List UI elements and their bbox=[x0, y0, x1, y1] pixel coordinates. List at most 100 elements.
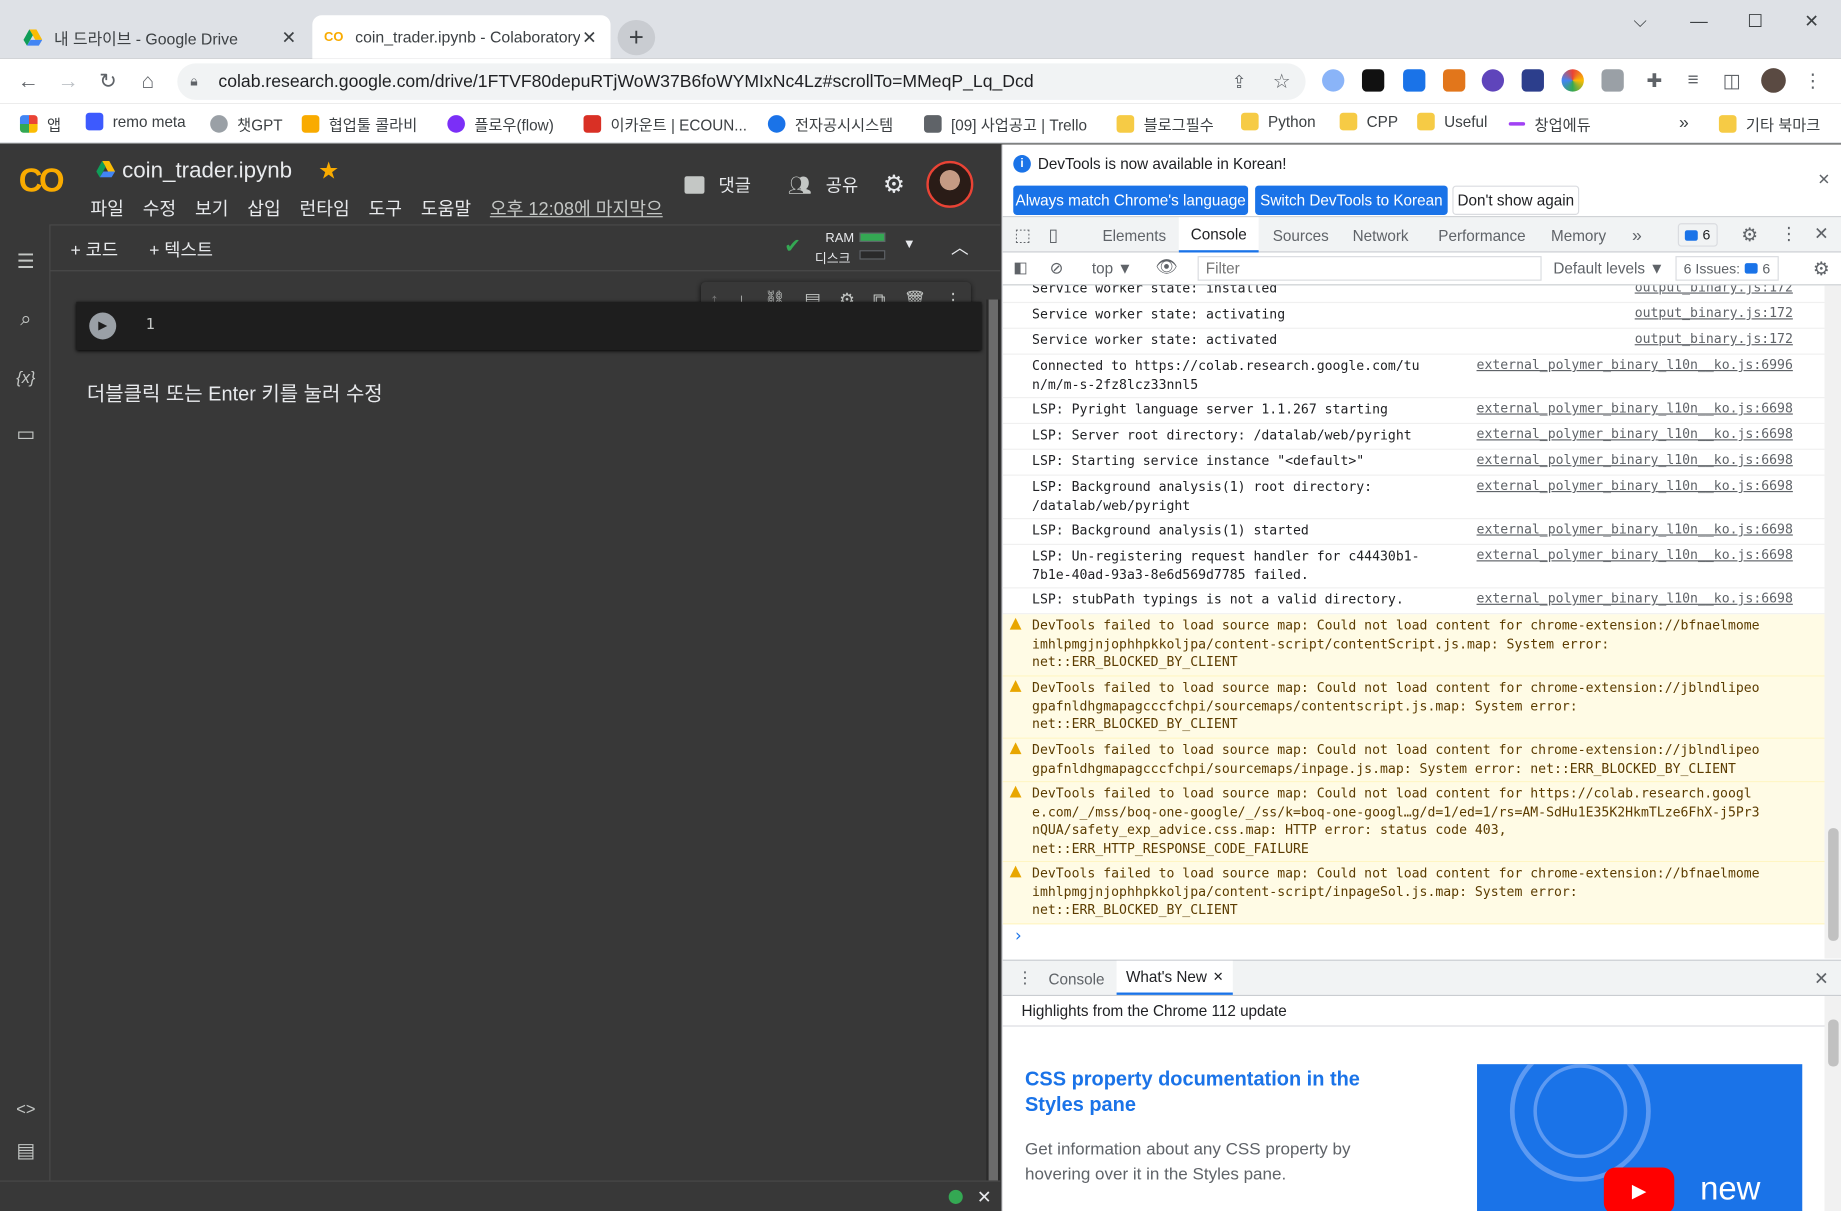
console-source-link[interactable]: external_polymer_binary_l10n__ko.js:6698 bbox=[1477, 426, 1793, 441]
menu-edit[interactable]: 수정 bbox=[143, 195, 176, 221]
home-icon[interactable]: ⌂ bbox=[134, 67, 162, 95]
terminal-icon[interactable]: ▤ bbox=[12, 1137, 40, 1165]
add-text-button[interactable]: + 텍스트 bbox=[149, 237, 213, 262]
code-cell[interactable]: ▶ 1 bbox=[76, 301, 982, 351]
bookmark-trello[interactable]: [09] 사업공고 | Trello bbox=[924, 113, 1087, 135]
feature-video-thumbnail[interactable]: ▶ new bbox=[1477, 1064, 1803, 1211]
issues-button[interactable]: 6 Issues: 6 bbox=[1675, 256, 1779, 281]
extension-icon[interactable] bbox=[1481, 69, 1505, 92]
tab-memory[interactable]: Memory bbox=[1551, 217, 1606, 252]
tab-elements[interactable]: Elements bbox=[1102, 217, 1166, 252]
comment-button[interactable]: 댓글 bbox=[684, 173, 751, 198]
url-text[interactable]: colab.research.google.com/drive/1FTVF80d… bbox=[218, 72, 1033, 92]
tab-colab[interactable]: CO coin_trader.ipynb - Colaboratory ✕ bbox=[312, 15, 611, 59]
share-button[interactable]: 👥︎ 공유 bbox=[788, 173, 858, 198]
reload-icon[interactable]: ↻ bbox=[94, 67, 122, 95]
profile-avatar[interactable] bbox=[1761, 68, 1786, 93]
menu-view[interactable]: 보기 bbox=[195, 195, 228, 221]
console-source-link[interactable]: external_polymer_binary_l10n__ko.js:6698 bbox=[1477, 478, 1793, 493]
extension-icon[interactable] bbox=[1521, 69, 1544, 92]
address-bar[interactable]: 🔒︎ colab.research.google.com/drive/1FTVF… bbox=[177, 63, 1306, 100]
code-snippets-icon[interactable]: <> bbox=[12, 1095, 40, 1123]
console-source-link[interactable]: output_binary.js:172 bbox=[1635, 305, 1793, 320]
console-source-link[interactable]: external_polymer_binary_l10n__ko.js:6996 bbox=[1477, 357, 1793, 372]
close-icon[interactable]: ✕ bbox=[580, 26, 599, 48]
drawer-tab-console[interactable]: Console bbox=[1048, 970, 1104, 988]
messages-badge[interactable]: 6 bbox=[1677, 223, 1718, 247]
tab-performance[interactable]: Performance bbox=[1438, 217, 1525, 252]
bookmark-ecount[interactable]: 이카운트 | ECOUN... bbox=[583, 113, 747, 135]
bookmark-folder-useful[interactable]: Useful bbox=[1417, 112, 1487, 131]
runtime-dropdown-icon[interactable]: ▼ bbox=[903, 237, 916, 251]
bookmark-apps[interactable]: 앱 bbox=[19, 113, 61, 135]
settings-gear-icon[interactable]: ⚙ bbox=[883, 170, 905, 199]
console-source-link[interactable]: external_polymer_binary_l10n__ko.js:6698 bbox=[1477, 522, 1793, 537]
table-of-contents-icon[interactable]: ☰ bbox=[12, 248, 40, 276]
notebook-title[interactable]: coin_trader.ipynb bbox=[122, 159, 292, 185]
close-icon[interactable]: ✕ bbox=[977, 1186, 992, 1208]
bookmark-changup[interactable]: 창업에듀 bbox=[1508, 113, 1591, 135]
extension-icon[interactable] bbox=[1322, 69, 1345, 92]
menu-file[interactable]: 파일 bbox=[90, 195, 123, 221]
console-scroll-thumb[interactable] bbox=[1828, 828, 1839, 941]
console-source-link[interactable]: external_polymer_binary_l10n__ko.js:6698 bbox=[1477, 401, 1793, 416]
notebook-scroll-thumb[interactable] bbox=[988, 299, 998, 1181]
drawer-tab-whats-new[interactable]: What's New ✕ bbox=[1116, 960, 1234, 995]
text-cell[interactable]: 더블클릭 또는 Enter 키를 눌러 수정 bbox=[87, 377, 383, 406]
puzzle-icon[interactable]: ✚ bbox=[1640, 67, 1668, 95]
bookmark-remo-meta[interactable]: remo meta bbox=[85, 112, 186, 131]
console-filter-input[interactable] bbox=[1197, 256, 1542, 281]
close-devtools-icon[interactable]: ✕ bbox=[1814, 223, 1829, 244]
close-drawer-icon[interactable]: ✕ bbox=[1814, 968, 1829, 989]
more-tabs-button[interactable]: » bbox=[1632, 217, 1642, 252]
clear-console-icon[interactable]: ⊘ bbox=[1050, 258, 1064, 278]
tab-network[interactable]: Network bbox=[1353, 217, 1409, 252]
console-source-link[interactable]: output_binary.js:172 bbox=[1635, 331, 1793, 346]
bookmark-other[interactable]: 기타 북마크 bbox=[1718, 113, 1820, 135]
extension-icon[interactable] bbox=[1561, 69, 1584, 92]
console-source-link[interactable]: external_polymer_binary_l10n__ko.js:6698 bbox=[1477, 547, 1793, 562]
bookmark-star-icon[interactable]: ☆ bbox=[1273, 70, 1291, 93]
context-selector[interactable]: top ▼ bbox=[1092, 260, 1133, 278]
search-icon[interactable]: ⌕ bbox=[12, 305, 40, 333]
bookmark-folder-blog[interactable]: 블로그필수 bbox=[1116, 113, 1214, 135]
colab-logo[interactable]: CO bbox=[19, 162, 65, 200]
forward-icon[interactable]: → bbox=[54, 67, 82, 95]
minimize-icon[interactable]: — bbox=[1672, 7, 1726, 35]
variables-icon[interactable]: {x} bbox=[12, 363, 40, 391]
switch-to-korean-button[interactable]: Switch DevTools to Korean bbox=[1255, 185, 1448, 215]
menu-help[interactable]: 도움말 bbox=[421, 195, 471, 221]
log-levels-dropdown[interactable]: Default levels ▼ bbox=[1553, 260, 1664, 278]
bookmark-chatgpt[interactable]: 챗GPT bbox=[210, 113, 283, 135]
feature-title-link[interactable]: CSS property documentation in the Styles… bbox=[1025, 1067, 1401, 1119]
tab-google-drive[interactable]: 내 드라이브 - Google Drive ✕ bbox=[12, 15, 310, 58]
ram-meter[interactable] bbox=[859, 232, 886, 242]
extension-icon[interactable] bbox=[1601, 69, 1624, 92]
chrome-menu-icon[interactable]: ⋮ bbox=[1799, 67, 1827, 95]
maximize-icon[interactable]: ☐ bbox=[1728, 7, 1782, 35]
menu-insert[interactable]: 삽입 bbox=[247, 195, 280, 221]
star-icon[interactable]: ★ bbox=[318, 156, 339, 185]
bookmark-flow[interactable]: 플로우(flow) bbox=[447, 113, 554, 135]
user-avatar[interactable] bbox=[926, 160, 974, 208]
collapse-up-icon[interactable]: ︿ bbox=[951, 235, 969, 260]
console-prompt[interactable]: › bbox=[1003, 924, 1825, 947]
side-panel-icon[interactable]: ◫ bbox=[1718, 67, 1746, 95]
console-source-link[interactable]: external_polymer_binary_l10n__ko.js:6698 bbox=[1477, 591, 1793, 606]
bookmark-collabee[interactable]: 협업툴 콜라비 bbox=[301, 113, 417, 135]
always-match-language-button[interactable]: Always match Chrome's language bbox=[1013, 185, 1249, 215]
live-expression-eye-icon[interactable]: 👁︎ bbox=[1155, 256, 1177, 277]
extension-icon[interactable] bbox=[1403, 69, 1426, 92]
run-cell-icon[interactable]: ▶ bbox=[89, 312, 117, 340]
sidebar-toggle-icon[interactable]: ◧ bbox=[1013, 258, 1027, 277]
drawer-menu-icon[interactable]: ⋮ bbox=[1017, 968, 1033, 988]
media-icon[interactable]: ≡ bbox=[1679, 67, 1707, 95]
console-source-link[interactable]: output_binary.js:172 bbox=[1635, 285, 1793, 294]
bookmark-folder-python[interactable]: Python bbox=[1241, 112, 1316, 131]
console-source-link[interactable]: external_polymer_binary_l10n__ko.js:6698 bbox=[1477, 452, 1793, 467]
console-scrollbar[interactable] bbox=[1824, 285, 1841, 959]
last-edit-link[interactable]: 오후 12:08에 마지막으 bbox=[490, 195, 663, 221]
tab-sources[interactable]: Sources bbox=[1273, 217, 1329, 252]
extension-icon[interactable] bbox=[1361, 69, 1385, 92]
whats-new-scrollbar[interactable] bbox=[1824, 996, 1841, 1211]
